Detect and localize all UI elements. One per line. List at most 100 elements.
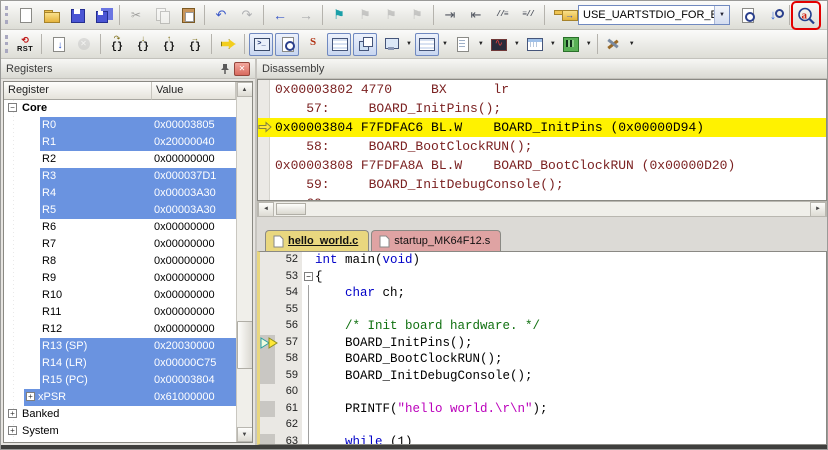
indent-button[interactable] xyxy=(438,4,462,27)
register-row-r2[interactable]: R20x00000000 xyxy=(4,151,236,168)
code-line-60[interactable]: 60 xyxy=(260,384,826,401)
dropdown-arrow-icon[interactable]: ▼ xyxy=(478,41,484,47)
pin-button[interactable] xyxy=(218,62,232,76)
copy-button[interactable] xyxy=(150,4,174,27)
step-over-button[interactable]: ↷{} xyxy=(105,33,129,56)
register-row-r0[interactable]: R00x00003805 xyxy=(4,117,236,134)
dropdown-arrow-icon[interactable]: ▼ xyxy=(514,41,520,47)
disassembly-line[interactable]: 60: xyxy=(258,194,826,201)
disassembly-line[interactable]: 57: BOARD_InitPins(); xyxy=(258,99,826,118)
run-to-cursor-button[interactable] xyxy=(46,33,70,56)
call-stack-button[interactable] xyxy=(353,33,377,56)
gutter-block[interactable] xyxy=(260,384,275,401)
code-line-59[interactable]: 59 BOARD_InitDebugConsole(); xyxy=(260,368,826,385)
comment-button[interactable] xyxy=(490,4,514,27)
break-button[interactable] xyxy=(72,33,96,56)
code-line-52[interactable]: 52int main(void) xyxy=(260,252,826,269)
previous-bookmark-button[interactable] xyxy=(353,4,377,27)
register-row-r8[interactable]: R80x00000000 xyxy=(4,253,236,270)
fold-column[interactable] xyxy=(302,401,315,418)
dropdown-arrow-icon[interactable]: ▼ xyxy=(586,41,592,47)
tree-expander-icon[interactable]: + xyxy=(8,409,17,418)
register-row-r10[interactable]: R100x00000000 xyxy=(4,287,236,304)
scroll-thumb[interactable] xyxy=(237,321,253,369)
fold-column[interactable] xyxy=(302,335,315,352)
gutter-block[interactable] xyxy=(260,434,275,446)
fold-column[interactable] xyxy=(302,252,315,269)
register-row-r11[interactable]: R110x00000000 xyxy=(4,304,236,321)
gutter-block[interactable] xyxy=(260,417,275,434)
register-row-r7[interactable]: R70x00000000 xyxy=(4,236,236,253)
registers-panel-titlebar[interactable]: Registers ✕ xyxy=(1,59,255,79)
register-row-r1[interactable]: R10x20000040 xyxy=(4,134,236,151)
search-combo[interactable]: USE_UARTSTDIO_FOR_EF ▼ xyxy=(578,5,730,25)
register-row-core[interactable]: −Core xyxy=(4,100,236,117)
disassembly-line[interactable]: 0x00003808 F7FDFA8A BL.W BOARD_BootClock… xyxy=(258,156,826,175)
editor-code[interactable]: 52int main(void)53−{54 char ch;5556 /* I… xyxy=(257,251,827,445)
watch-window-button[interactable]: ▼ xyxy=(378,33,414,56)
register-row-r5[interactable]: R50x00003A30 xyxy=(4,202,236,219)
trace-window-button[interactable]: ▼ xyxy=(486,33,522,56)
peripherals-window-button[interactable]: ▼ xyxy=(522,33,558,56)
tree-expander-icon[interactable]: + xyxy=(8,426,17,435)
timeline-window-button[interactable]: ▼ xyxy=(558,33,594,56)
scroll-right-button[interactable]: ► xyxy=(810,202,826,217)
code-line-58[interactable]: 58 BOARD_BootClockRUN(); xyxy=(260,351,826,368)
tree-expander-icon[interactable]: + xyxy=(26,392,35,401)
register-row-r3[interactable]: R30x000037D1 xyxy=(4,168,236,185)
tools-button[interactable]: ▼ xyxy=(601,33,637,56)
registers-scrollbar[interactable]: ▲ ▼ xyxy=(236,82,252,442)
step-into-button[interactable]: ↓{} xyxy=(131,33,155,56)
step-out-button[interactable]: ↑{} xyxy=(157,33,181,56)
code-line-55[interactable]: 55 xyxy=(260,302,826,319)
new-file-button[interactable] xyxy=(13,4,37,27)
gutter-block[interactable] xyxy=(260,335,275,352)
fold-column[interactable] xyxy=(302,302,315,319)
save-button[interactable] xyxy=(65,4,89,27)
scroll-left-button[interactable]: ◄ xyxy=(258,202,274,217)
combo-dropdown-button[interactable]: ▼ xyxy=(714,6,729,24)
registers-table-header[interactable]: Register Value xyxy=(4,82,236,100)
disassembly-line[interactable]: 59: BOARD_InitDebugConsole(); xyxy=(258,175,826,194)
scroll-track[interactable] xyxy=(237,97,253,427)
next-statement-button[interactable]: →{} xyxy=(183,33,207,56)
register-column-header[interactable]: Register xyxy=(4,82,152,100)
code-line-61[interactable]: 61 PRINTF("hello world.\r\n"); xyxy=(260,401,826,418)
gutter-block[interactable] xyxy=(260,368,275,385)
go-button[interactable] xyxy=(216,33,240,56)
uncomment-button[interactable] xyxy=(516,4,540,27)
close-button[interactable]: ✕ xyxy=(234,62,250,76)
navigate-back-button[interactable] xyxy=(268,4,292,27)
scroll-up-button[interactable]: ▲ xyxy=(237,82,253,97)
scroll-thumb[interactable] xyxy=(276,203,306,215)
register-row-r9[interactable]: R90x00000000 xyxy=(4,270,236,287)
quick-watch-button[interactable]: a xyxy=(794,4,818,27)
fold-column[interactable] xyxy=(302,384,315,401)
fold-column[interactable] xyxy=(302,285,315,302)
toolbar-grip[interactable] xyxy=(5,6,8,24)
reset-button[interactable]: ⟲RST xyxy=(13,33,37,56)
register-row-r14-lr-[interactable]: R14 (LR)0x00000C75 xyxy=(4,355,236,372)
outdent-button[interactable] xyxy=(464,4,488,27)
register-row-r4[interactable]: R40x00003A30 xyxy=(4,185,236,202)
clear-bookmarks-button[interactable] xyxy=(405,4,429,27)
redo-button[interactable] xyxy=(235,4,259,27)
fold-column[interactable] xyxy=(302,417,315,434)
gutter-block[interactable] xyxy=(260,285,275,302)
search-combo-value[interactable]: USE_UARTSTDIO_FOR_EF xyxy=(579,9,714,21)
cut-button[interactable] xyxy=(124,4,148,27)
register-row-r13-sp-[interactable]: R13 (SP)0x20030000 xyxy=(4,338,236,355)
code-line-63[interactable]: 63 while (1) xyxy=(260,434,826,446)
toolbar-grip[interactable] xyxy=(5,35,8,53)
tab-hello-world-c[interactable]: hello_world.c xyxy=(265,230,369,251)
tab-startup-mk64f12-s[interactable]: startup_MK64F12.s xyxy=(371,230,501,251)
gutter-block[interactable] xyxy=(260,351,275,368)
value-column-header[interactable]: Value xyxy=(152,82,236,100)
terminal-io-button[interactable] xyxy=(249,33,273,56)
disassembly-panel-titlebar[interactable]: Disassembly xyxy=(257,59,827,79)
register-row-r12[interactable]: R120x00000000 xyxy=(4,321,236,338)
fold-column[interactable] xyxy=(302,318,315,335)
fold-collapse-icon[interactable]: − xyxy=(304,272,313,281)
fold-column[interactable] xyxy=(302,434,315,446)
code-line-54[interactable]: 54 char ch; xyxy=(260,285,826,302)
